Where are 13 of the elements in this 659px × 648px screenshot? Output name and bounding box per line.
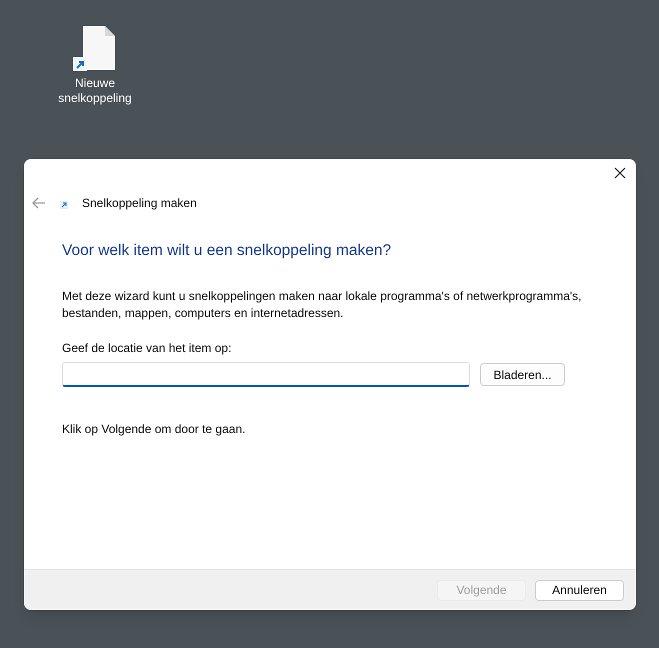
browse-button[interactable]: Bladeren... — [480, 363, 565, 386]
hint-text: Klik op Volgende om door te gaan. — [62, 421, 246, 438]
close-icon[interactable] — [614, 167, 626, 179]
shortcut-file-icon[interactable] — [73, 26, 117, 72]
location-field[interactable] — [62, 362, 470, 388]
description-text: Met deze wizard kunt u snelkoppelingen maken naar lokale programma's of netwerkprogramma's, bestanden, mappen, computers en internetadressen. — [62, 288, 583, 322]
back-arrow-icon[interactable] — [32, 197, 46, 209]
dialog-button[interactable]: Annuleren — [535, 580, 624, 600]
dialog-heading: Voor welk item wilt u een snelkoppeling maken? — [62, 241, 392, 261]
dialog-title: Snelkoppeling maken — [82, 195, 197, 212]
desktop-icon-label: Nieuwe snelkoppeling — [57, 76, 133, 106]
shortcut-icon — [60, 201, 68, 209]
location-label: Geef de locatie van het item op: — [62, 340, 232, 358]
